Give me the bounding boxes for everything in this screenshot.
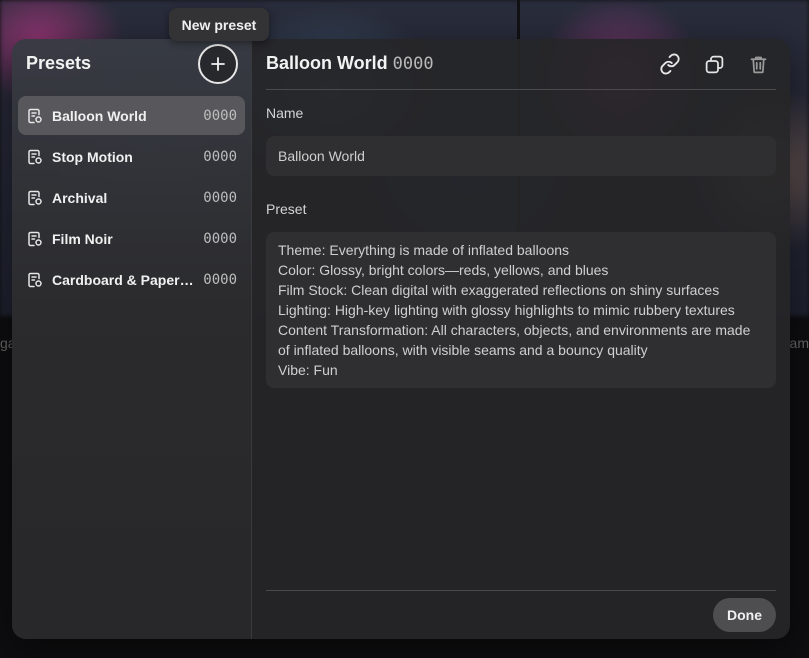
preset-item-count: 0000 xyxy=(203,148,237,165)
background-text-right: am xyxy=(789,335,809,351)
footer-divider xyxy=(266,590,776,591)
delete-button[interactable] xyxy=(746,52,770,76)
preset-file-icon xyxy=(27,108,43,124)
link-icon xyxy=(660,53,680,75)
preset-textarea[interactable]: Theme: Everything is made of inflated ba… xyxy=(266,232,776,388)
new-preset-button[interactable] xyxy=(198,44,238,84)
preset-item[interactable]: Balloon World 0000 xyxy=(18,96,245,135)
preset-item[interactable]: Archival 0000 xyxy=(18,178,245,217)
preset-title: Balloon World xyxy=(266,53,388,73)
preset-file-icon xyxy=(27,149,43,165)
page-title: Balloon World 0000 xyxy=(266,53,434,74)
plus-icon xyxy=(211,57,225,71)
preset-item-count: 0000 xyxy=(203,230,237,247)
done-button[interactable]: Done xyxy=(713,598,776,632)
presets-dialog: Presets Balloon World 0000 Stop Motion 0000… xyxy=(12,39,790,639)
preset-list: Balloon World 0000 Stop Motion 0000 Archival… xyxy=(18,96,245,301)
preset-item-name: Film Noir xyxy=(52,230,113,247)
sidebar-title: Presets xyxy=(26,53,92,73)
preset-title-count: 0000 xyxy=(392,54,434,74)
preset-item-name: Balloon World xyxy=(52,107,147,124)
preset-file-icon xyxy=(27,272,43,288)
preset-item[interactable]: Film Noir 0000 xyxy=(18,219,245,258)
preset-item-count: 0000 xyxy=(203,189,237,206)
preset-item[interactable]: Stop Motion 0000 xyxy=(18,137,245,176)
preset-item[interactable]: Cardboard & Papercraft 0000 xyxy=(18,260,245,299)
new-preset-tooltip: New preset xyxy=(169,8,269,41)
name-label: Name xyxy=(266,105,304,121)
preset-label: Preset xyxy=(266,201,307,217)
duplicate-icon xyxy=(705,55,723,73)
editor-header: Balloon World 0000 xyxy=(266,39,776,90)
preset-item-count: 0000 xyxy=(203,271,237,288)
preset-file-icon xyxy=(27,190,43,206)
preset-item-name: Archival xyxy=(52,189,108,206)
duplicate-button[interactable] xyxy=(702,52,726,76)
presets-sidebar: Presets Balloon World 0000 Stop Motion 0000… xyxy=(12,39,252,639)
preset-editor: Balloon World 0000 Name Balloon World Pr… xyxy=(266,39,776,639)
trash-icon xyxy=(750,56,766,73)
preset-item-name: Cardboard & Papercraft xyxy=(52,271,196,288)
preset-item-count: 0000 xyxy=(203,107,237,124)
preset-file-icon xyxy=(27,231,43,247)
preset-item-name: Stop Motion xyxy=(52,148,133,165)
copy-link-button[interactable] xyxy=(658,52,682,76)
name-input[interactable] xyxy=(266,136,776,176)
